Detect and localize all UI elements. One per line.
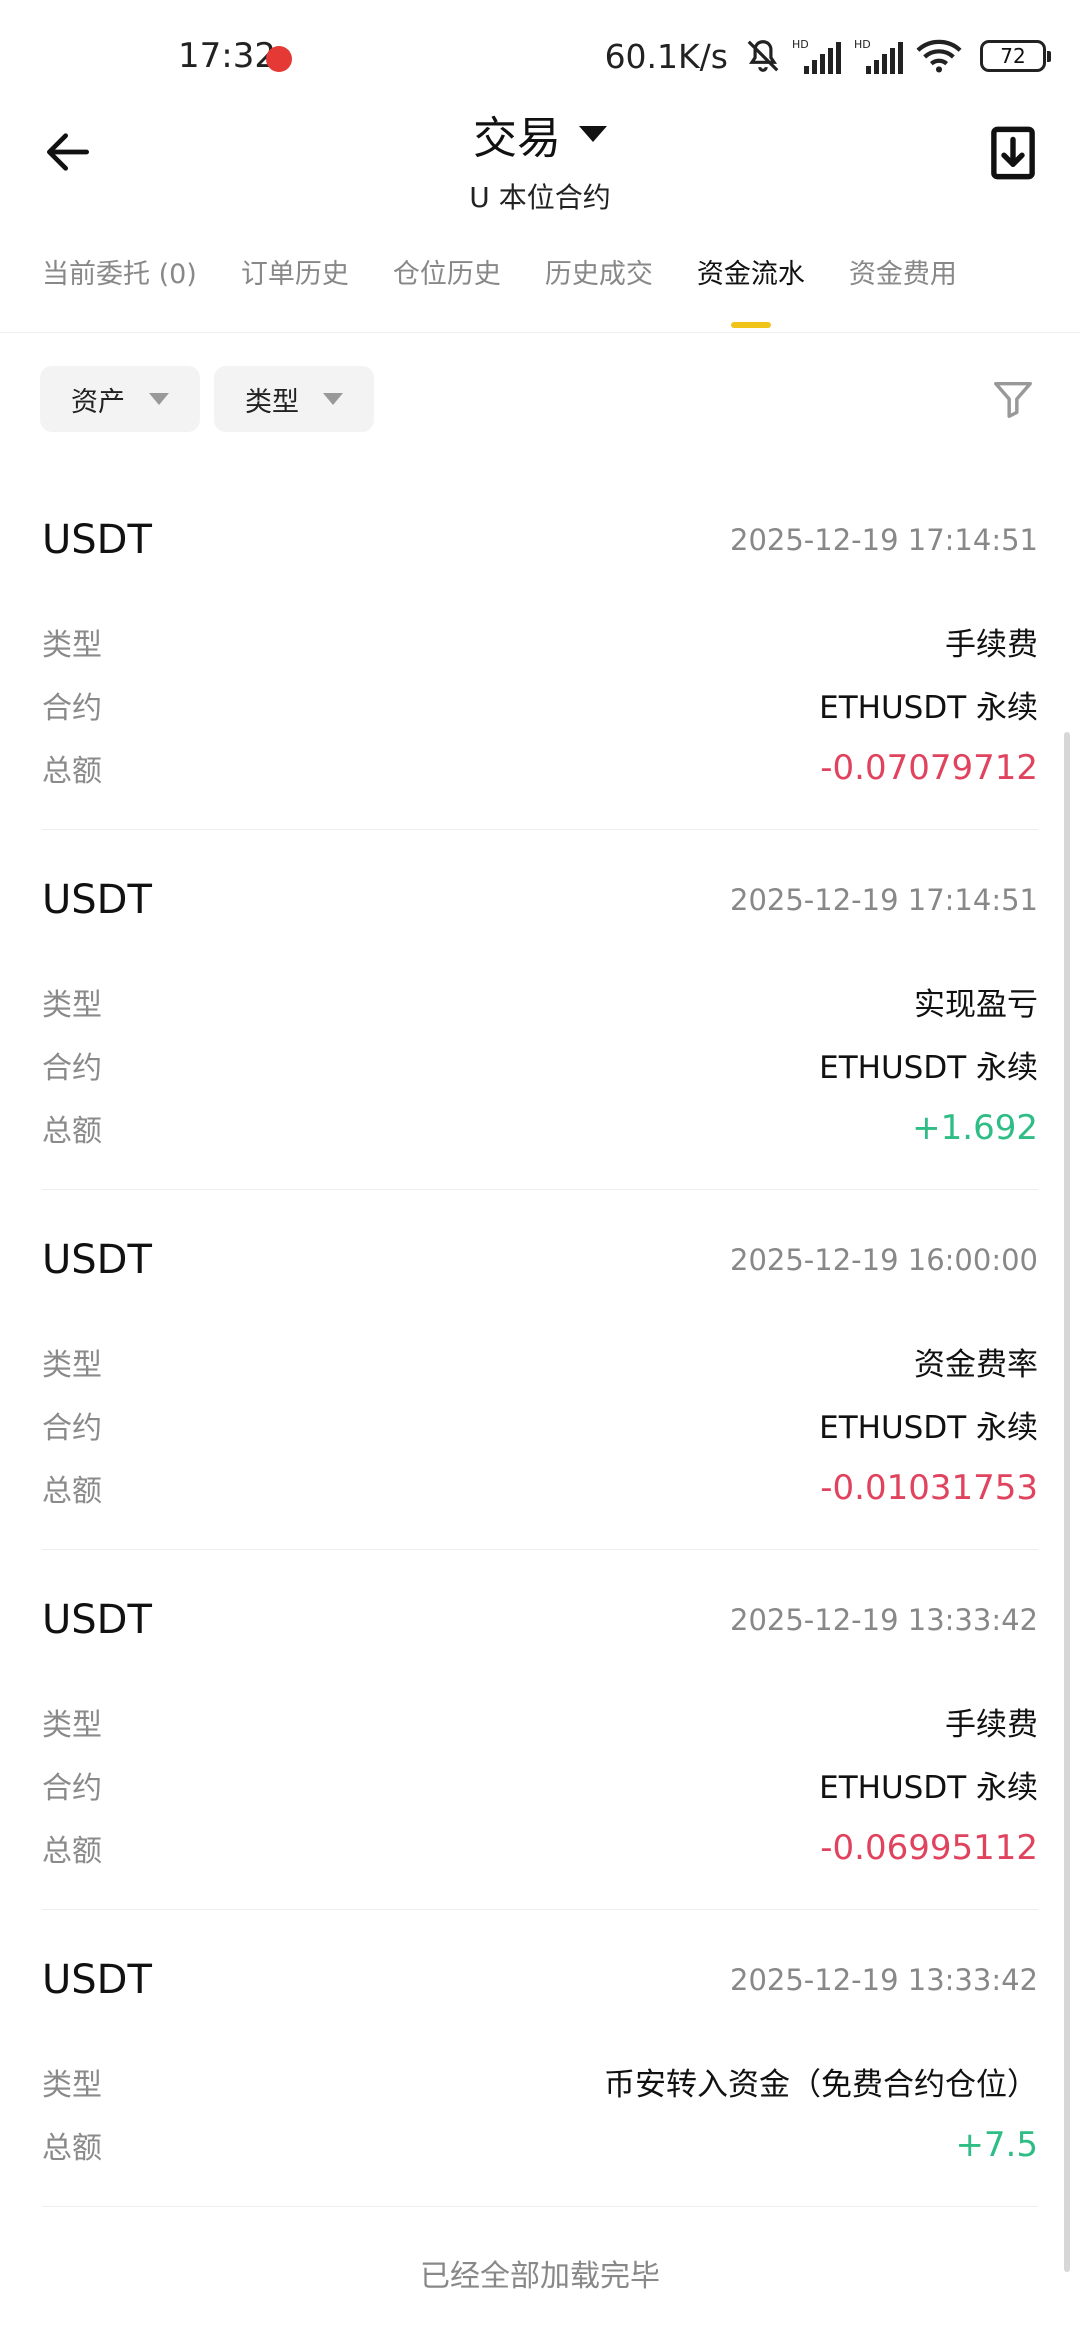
wifi-icon — [916, 39, 962, 73]
record-asset: USDT — [42, 517, 152, 563]
record-amount: +1.692 — [912, 1107, 1038, 1148]
asset-filter-label: 资产 — [71, 386, 125, 418]
record-type: 资金费率 — [914, 1347, 1038, 1383]
record-asset: USDT — [42, 877, 152, 923]
network-speed: 60.1K/s — [604, 36, 728, 76]
svg-text:HD: HD — [792, 38, 809, 51]
record-asset: USDT — [42, 1237, 152, 1283]
svg-text:HD: HD — [854, 38, 871, 51]
notification-dot-icon — [266, 46, 292, 72]
record-type: 实现盈亏 — [914, 987, 1038, 1023]
type-label: 类型 — [42, 627, 102, 663]
title-dropdown[interactable]: 交易 — [473, 102, 607, 166]
record-time: 2025-12-19 13:33:42 — [730, 1603, 1038, 1637]
asset-filter-button[interactable]: 资产 — [40, 366, 200, 432]
status-icons: 60.1K/s HD HD 72 — [604, 34, 1051, 78]
record-amount: +7.5 — [955, 2124, 1038, 2165]
battery-level: 72 — [1000, 44, 1026, 68]
record-asset: USDT — [42, 1957, 152, 2003]
tab-funding-fee[interactable]: 资金费用 — [849, 252, 957, 332]
record-type: 手续费 — [945, 1707, 1038, 1743]
type-filter-label: 类型 — [245, 386, 299, 418]
list-item[interactable]: USDT 2025-12-19 16:00:00 类型 资金费率 合约 ETHU… — [42, 1190, 1038, 1550]
record-time: 2025-12-19 16:00:00 — [730, 1243, 1038, 1277]
end-of-list-note: 已经全部加载完毕 — [420, 2259, 660, 2294]
type-label: 类型 — [42, 1347, 102, 1383]
filter-funnel-icon[interactable] — [990, 376, 1036, 422]
list-item[interactable]: USDT 2025-12-19 13:33:42 类型 币安转入资金（免费合约仓… — [42, 1910, 1038, 2207]
record-time: 2025-12-19 17:14:51 — [730, 883, 1038, 917]
caret-down-icon — [323, 393, 343, 405]
tab-open-orders[interactable]: 当前委托 (0) — [42, 252, 197, 332]
record-type: 币安转入资金（免费合约仓位） — [604, 2067, 1038, 2103]
contract-label: 合约 — [42, 1410, 102, 1446]
list-item[interactable]: USDT 2025-12-19 17:14:51 类型 实现盈亏 合约 ETHU… — [42, 830, 1038, 1190]
record-amount: -0.06995112 — [820, 1827, 1038, 1868]
record-type: 手续费 — [945, 627, 1038, 663]
status-bar: 17:32 60.1K/s HD HD 72 — [0, 0, 1080, 110]
signal-hd-icon: HD — [792, 38, 841, 74]
list-item[interactable]: USDT 2025-12-19 17:14:51 类型 手续费 合约 ETHUS… — [42, 470, 1038, 830]
type-label: 类型 — [42, 987, 102, 1023]
download-icon[interactable] — [990, 126, 1036, 180]
record-amount: -0.01031753 — [820, 1467, 1038, 1508]
type-filter-button[interactable]: 类型 — [214, 366, 374, 432]
tab-position-history[interactable]: 仓位历史 — [393, 252, 501, 332]
scrollbar[interactable] — [1064, 732, 1070, 2272]
record-contract: ETHUSDT 永续 — [819, 1770, 1038, 1806]
page-subtitle: U 本位合约 — [469, 181, 611, 214]
record-contract: ETHUSDT 永续 — [819, 1050, 1038, 1086]
record-contract: ETHUSDT 永续 — [819, 1410, 1038, 1446]
contract-label: 合约 — [42, 1050, 102, 1086]
tab-transaction-history[interactable]: 资金流水 — [697, 252, 805, 332]
record-contract: ETHUSDT 永续 — [819, 690, 1038, 726]
app-header: 交易 U 本位合约 — [0, 100, 1080, 220]
record-time: 2025-12-19 17:14:51 — [730, 523, 1038, 557]
type-label: 类型 — [42, 2067, 102, 2103]
battery-icon: 72 — [980, 40, 1051, 72]
page-title: 交易 — [473, 113, 561, 164]
tab-trade-history[interactable]: 历史成交 — [545, 252, 653, 332]
type-label: 类型 — [42, 1707, 102, 1743]
mute-bell-icon — [747, 40, 779, 72]
contract-label: 合约 — [42, 1770, 102, 1806]
signal-hd-icon: HD — [854, 38, 903, 74]
record-list: USDT 2025-12-19 17:14:51 类型 手续费 合约 ETHUS… — [0, 470, 1080, 2295]
contract-label: 合约 — [42, 690, 102, 726]
tab-order-history[interactable]: 订单历史 — [241, 252, 349, 332]
filter-bar: 资产 类型 — [40, 366, 374, 432]
total-label: 总额 — [42, 1473, 102, 1509]
title-block[interactable]: 交易 U 本位合约 — [0, 102, 1080, 216]
caret-down-icon — [579, 126, 607, 142]
record-amount: -0.07079712 — [820, 747, 1038, 788]
total-label: 总额 — [42, 753, 102, 789]
tab-bar: 当前委托 (0) 订单历史 仓位历史 历史成交 资金流水 资金费用 — [0, 252, 1080, 333]
list-item[interactable]: USDT 2025-12-19 13:33:42 类型 手续费 合约 ETHUS… — [42, 1550, 1038, 1910]
total-label: 总额 — [42, 2130, 102, 2166]
caret-down-icon — [149, 393, 169, 405]
record-time: 2025-12-19 13:33:42 — [730, 1963, 1038, 1997]
total-label: 总额 — [42, 1113, 102, 1149]
tabs-track: 当前委托 (0) 订单历史 仓位历史 历史成交 资金流水 资金费用 — [0, 252, 1080, 332]
status-time: 17:32 — [178, 36, 276, 76]
total-label: 总额 — [42, 1833, 102, 1869]
record-asset: USDT — [42, 1597, 152, 1643]
